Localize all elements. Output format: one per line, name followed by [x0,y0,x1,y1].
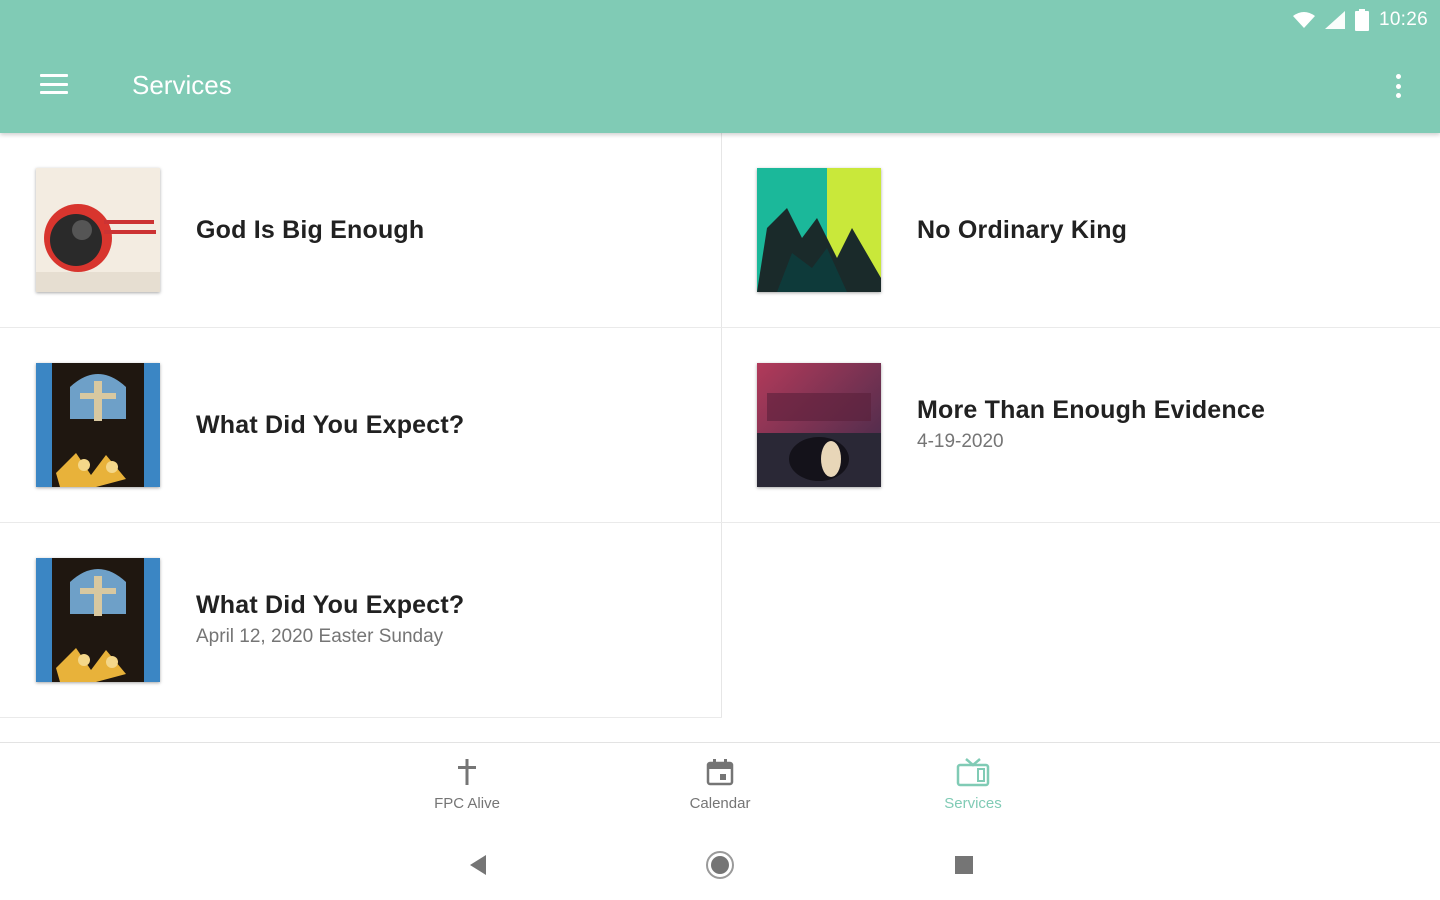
service-item[interactable]: God Is Big Enough [0,133,720,328]
nav-services[interactable]: Services [908,757,1038,812]
service-subtitle: April 12, 2020 Easter Sunday [196,626,444,647]
cross-icon [458,759,476,785]
service-thumbnail [36,168,160,292]
menu-icon[interactable] [34,68,74,100]
nav-fpc-alive[interactable]: FPC Alive [402,757,532,812]
bottom-navigation: FPC Alive Calendar Services [0,742,1440,826]
back-icon[interactable] [466,853,488,877]
service-title: God Is Big Enough [196,216,425,244]
battery-icon [1354,9,1369,31]
signal-icon [1324,11,1345,29]
status-bar: 10:26 [1292,6,1428,34]
service-thumbnail [757,168,881,292]
tv-icon [956,758,990,787]
app-bar: 10:26 Services [0,0,1440,133]
recents-icon[interactable] [953,854,975,876]
page-title: Services [132,70,232,100]
service-item[interactable]: What Did You Expect? April 12, 2020 East… [0,523,720,718]
status-time: 10:26 [1378,9,1428,30]
service-item[interactable]: No Ordinary King [721,133,1440,328]
nav-label: Calendar [689,795,751,812]
nav-calendar[interactable]: Calendar [655,757,785,812]
service-date: 4-19-2020 [917,431,1004,452]
service-title: No Ordinary King [917,216,1128,244]
system-navigation [0,826,1440,900]
service-title: More Than Enough Evidence [917,396,1266,424]
more-options-icon[interactable] [1386,70,1410,102]
service-title: What Did You Expect? [196,411,465,439]
home-icon[interactable] [705,850,735,880]
service-thumbnail [36,363,160,487]
nav-label: Services [944,795,1002,812]
service-thumbnail [36,558,160,682]
service-item[interactable]: More Than Enough Evidence 4-19-2020 [721,328,1440,523]
service-thumbnail [757,363,881,487]
service-item[interactable]: What Did You Expect? [0,328,720,523]
wifi-icon [1292,12,1315,28]
calendar-icon [706,759,734,786]
nav-label: FPC Alive [434,795,500,812]
service-title: What Did You Expect? [196,591,465,619]
